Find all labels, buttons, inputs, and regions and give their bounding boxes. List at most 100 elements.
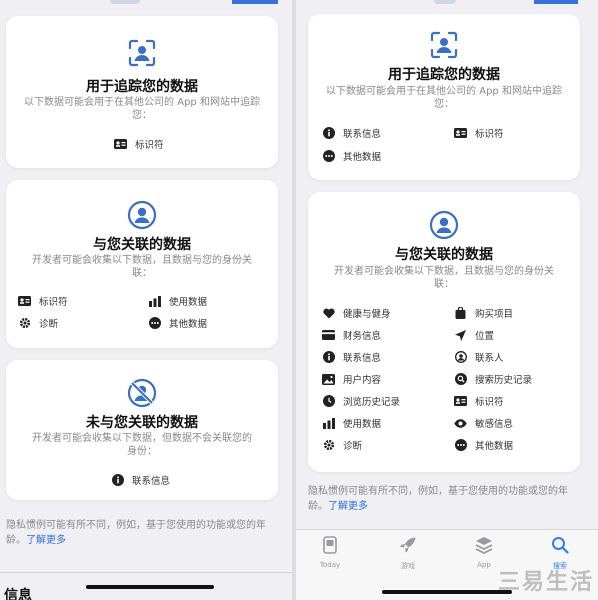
info-icon — [111, 474, 124, 486]
linked-title: 与您关联的数据 — [395, 247, 493, 263]
linked-data-card: 与您关联的数据 开发者可能会收集以下数据，且数据与您的身份关联： 标识符 使用数… — [6, 180, 278, 348]
tracking-icon — [127, 38, 157, 72]
card-icon — [322, 329, 335, 341]
section-divider — [0, 572, 292, 573]
data-type-label: 健康与健身 — [343, 309, 391, 320]
home-indicator — [382, 590, 512, 594]
photo-icon — [322, 373, 335, 385]
tab-label: Today — [319, 561, 341, 569]
person-circle-icon — [429, 210, 459, 244]
data-type-label: 标识符 — [475, 129, 504, 140]
section-heading: 信息 — [4, 588, 32, 600]
search-icon — [552, 537, 569, 554]
data-type-label: 诊断 — [343, 441, 363, 452]
data-type-label: 敏感信息 — [475, 419, 514, 430]
tab-label: 游戏 — [401, 562, 415, 570]
data-type-item: 诊断 — [18, 316, 58, 330]
gear-icon — [18, 317, 31, 329]
data-type-item: 联系人 — [454, 350, 504, 364]
clock-icon — [322, 395, 335, 407]
left-privacy-screen: 用于追踪您的数据 以下数据可能会用于在其他公司的 App 和网站中追踪您： 标识… — [0, 0, 292, 600]
data-type-item: 标识符 — [114, 137, 164, 151]
data-type-item: 联系信息 — [111, 473, 170, 487]
data-type-item: 标识符 — [454, 126, 504, 140]
data-type-item: 其他数据 — [322, 149, 381, 163]
data-type-label: 联系人 — [475, 353, 504, 364]
tab-games[interactable]: 游戏 — [388, 536, 428, 571]
linked-desc: 开发者可能会收集以下数据，且数据与您的身份关联： — [32, 255, 252, 279]
not-linked-data-card: 未与您关联的数据 开发者可能会收集以下数据，但数据不会关联您的身份： 联系信息 — [6, 360, 278, 500]
tracking-card: 用于追踪您的数据 以下数据可能会用于在其他公司的 App 和网站中追踪您： 标识… — [6, 16, 278, 168]
data-type-label: 标识符 — [39, 297, 68, 308]
data-type-label: 浏览历史记录 — [343, 397, 401, 408]
data-type-item: 联系信息 — [322, 126, 381, 140]
data-type-label: 其他数据 — [475, 441, 514, 452]
data-type-item: 诊断 — [322, 438, 362, 452]
data-type-item: 其他数据 — [148, 316, 207, 330]
info-icon — [322, 351, 335, 363]
learn-more-link[interactable]: 了解更多 — [26, 535, 66, 546]
data-type-label: 位置 — [475, 331, 495, 342]
person-slash-icon — [127, 378, 157, 412]
data-type-label: 搜索历史记录 — [475, 375, 533, 386]
id-card-icon — [454, 395, 467, 407]
rocket-icon — [400, 537, 416, 553]
privacy-footnote: 隐私惯例可能有所不同，例如，基于您使用的功能或您的年龄。了解更多 — [308, 484, 580, 514]
watermark: 三易生活 — [497, 570, 594, 595]
top-edge-decoration — [434, 0, 456, 4]
linked-desc: 开发者可能会收集以下数据，且数据与您的身份关联： — [334, 266, 554, 290]
data-type-item: 联系信息 — [322, 350, 381, 364]
data-type-item: 标识符 — [454, 394, 504, 408]
tab-today[interactable]: Today — [310, 536, 350, 569]
id-card-icon — [18, 295, 31, 307]
eye-icon — [454, 417, 467, 429]
home-indicator — [86, 585, 214, 589]
data-type-item: 财务信息 — [322, 328, 381, 342]
data-type-item: 搜索历史记录 — [454, 372, 532, 386]
data-type-label: 购买项目 — [475, 309, 514, 320]
top-edge-button — [232, 0, 278, 4]
contact-icon — [454, 351, 467, 363]
location-icon — [454, 329, 467, 341]
data-type-item: 敏感信息 — [454, 416, 513, 430]
data-type-label: 标识符 — [475, 397, 504, 408]
linked-data-card: 与您关联的数据 开发者可能会收集以下数据，且数据与您的身份关联： 健康与健身 购… — [308, 192, 580, 472]
data-type-label: 使用数据 — [343, 419, 382, 430]
tracking-card: 用于追踪您的数据 以下数据可能会用于在其他公司的 App 和网站中追踪您： 联系… — [308, 14, 580, 180]
more-icon — [148, 317, 161, 329]
bag-icon — [454, 307, 467, 319]
tracking-icon — [429, 30, 459, 64]
data-type-label: 财务信息 — [343, 331, 382, 342]
data-type-label: 其他数据 — [169, 319, 208, 330]
id-card-icon — [454, 127, 467, 139]
today-icon — [323, 536, 337, 554]
tracking-title: 用于追踪您的数据 — [86, 79, 198, 95]
data-type-item: 使用数据 — [322, 416, 381, 430]
search-icon — [454, 373, 467, 385]
top-edge-button — [534, 0, 578, 4]
data-type-label: 联系信息 — [132, 476, 171, 487]
data-type-label: 联系信息 — [343, 129, 382, 140]
linked-title: 与您关联的数据 — [93, 237, 191, 253]
data-type-label: 使用数据 — [169, 297, 208, 308]
learn-more-link[interactable]: 了解更多 — [328, 501, 368, 512]
bar-chart-icon — [322, 417, 335, 429]
data-type-item: 其他数据 — [454, 438, 513, 452]
data-type-item: 标识符 — [18, 294, 68, 308]
data-type-item: 用户内容 — [322, 372, 381, 386]
not-linked-title: 未与您关联的数据 — [86, 415, 198, 431]
top-edge-decoration — [110, 0, 140, 4]
data-type-label: 用户内容 — [343, 375, 382, 386]
privacy-footnote: 隐私惯例可能有所不同，例如，基于您使用的功能或您的年龄。了解更多 — [6, 518, 284, 548]
tracking-title: 用于追踪您的数据 — [388, 67, 500, 83]
person-circle-icon — [127, 200, 157, 234]
tracking-desc: 以下数据可能会用于在其他公司的 App 和网站中追踪您： — [24, 97, 260, 121]
gear-icon — [322, 439, 335, 451]
data-type-item: 健康与健身 — [322, 306, 391, 320]
heart-icon — [322, 307, 335, 319]
not-linked-desc: 开发者可能会收集以下数据，但数据不会关联您的身份： — [32, 433, 252, 457]
data-type-item: 位置 — [454, 328, 494, 342]
data-type-label: 其他数据 — [343, 152, 382, 163]
data-type-item: 浏览历史记录 — [322, 394, 400, 408]
data-type-label: 标识符 — [135, 140, 164, 151]
